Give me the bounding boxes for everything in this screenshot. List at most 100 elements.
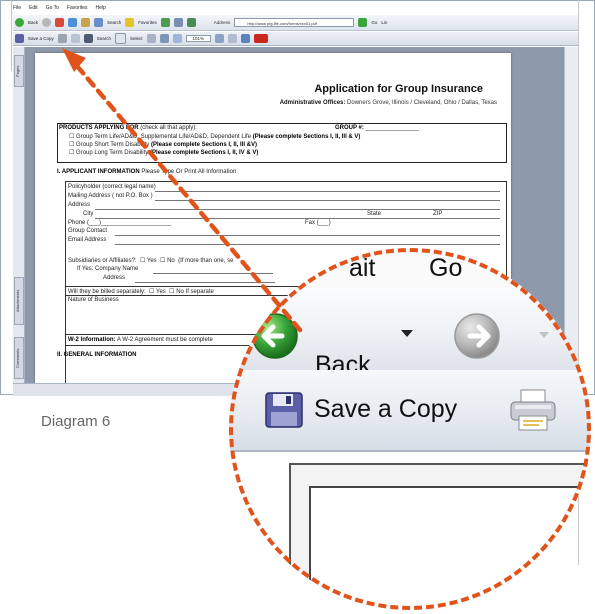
product-option-3[interactable]: ☐ Group Long Term Disability (Please com… bbox=[69, 149, 258, 156]
edit-icon[interactable] bbox=[186, 18, 196, 27]
email-icon[interactable] bbox=[70, 34, 80, 43]
field-mailing-label: Mailing Address ( not P.O. Box ) bbox=[68, 193, 153, 199]
rotate-icon[interactable] bbox=[215, 34, 225, 43]
field-mailing: Mailing Address ( not P.O. Box ) bbox=[68, 193, 153, 199]
field-line[interactable] bbox=[115, 235, 500, 236]
billed-separately-row: Will they be billed separately: ☐ Yes ☐ … bbox=[68, 289, 214, 295]
product-option-1-text: Group Term Life/AD&D, Supplemental Life/… bbox=[76, 134, 252, 140]
field-phone-label: Phone bbox=[68, 220, 86, 226]
zoom-value[interactable]: 101% bbox=[185, 35, 212, 42]
product-option-1-note: (Please complete Sections I, II, III & V… bbox=[252, 134, 361, 140]
menu-go-to[interactable]: Go To bbox=[46, 5, 59, 11]
subsidiaries-yes: Yes bbox=[146, 258, 157, 264]
field-line[interactable] bbox=[95, 209, 500, 210]
zoom-icon[interactable] bbox=[159, 34, 169, 43]
comments-tab[interactable]: Comments bbox=[14, 337, 24, 379]
section-1-heading: I. APPLICANT INFORMATION Please Type Or … bbox=[57, 169, 236, 175]
go-icon[interactable] bbox=[358, 18, 368, 27]
back-arrow-icon[interactable] bbox=[15, 18, 24, 27]
offices-label: Administrative Offices: bbox=[279, 100, 346, 106]
binoculars-icon[interactable] bbox=[83, 34, 93, 43]
product-option-2-note: (Please complete Sections I, II, III &V) bbox=[150, 142, 258, 148]
product-option-2-text: Group Short Term Disability bbox=[76, 142, 150, 148]
nature-business-label: Nature of Business bbox=[68, 297, 119, 303]
field-state: State bbox=[367, 211, 381, 217]
search-icon[interactable] bbox=[94, 18, 104, 27]
attachments-tab[interactable]: Attachments bbox=[14, 277, 24, 325]
menu-edit[interactable]: Edit bbox=[29, 5, 38, 11]
address-value: http://www.pfg-life.com/forms/xxx01.pdf bbox=[247, 21, 317, 26]
history-icon[interactable] bbox=[160, 18, 170, 27]
field-address-label: Address bbox=[68, 202, 91, 208]
fit-page-icon[interactable] bbox=[172, 34, 182, 43]
field-city-label: City bbox=[83, 211, 94, 217]
side-tab-strip: Pages Attachments Comments bbox=[13, 47, 25, 383]
w2-text: A W-2 Agreement must be complete bbox=[116, 337, 213, 343]
document-offices: Administrative Offices: Downers Grove, I… bbox=[280, 100, 497, 106]
select-tool-label[interactable]: Select bbox=[130, 36, 143, 41]
products-heading: PRODUCTS APPLYING FOR (check all that ap… bbox=[59, 125, 197, 131]
subsidiaries-row: Subsidiaries or Affiliates?: ☐ Yes ☐ No … bbox=[68, 258, 234, 264]
subsidiaries-note: (If more than one, se bbox=[178, 258, 234, 264]
pages-tab[interactable]: Pages bbox=[14, 55, 24, 87]
product-option-3-note: (Please complete Sections I, II, IV & V) bbox=[149, 150, 259, 156]
adobe-logo-icon bbox=[254, 34, 269, 43]
help-icon[interactable] bbox=[241, 34, 251, 43]
address-bar[interactable]: http://www.pfg-life.com/forms/xxx01.pdf bbox=[234, 18, 355, 27]
menu-file[interactable]: File bbox=[13, 5, 21, 11]
product-option-2[interactable]: ☐ Group Short Term Disability (Please co… bbox=[69, 141, 257, 148]
if-yes-address: Address bbox=[103, 275, 125, 281]
favorites-star-icon[interactable] bbox=[125, 18, 135, 27]
browser-toolbar: Back Search Favorites Address http://www… bbox=[13, 15, 579, 31]
section-2-heading: II. GENERAL INFORMATION bbox=[57, 352, 136, 358]
page-view-icon[interactable] bbox=[228, 34, 238, 43]
save-copy-button-small[interactable]: Save a Copy bbox=[28, 36, 54, 41]
field-city: City bbox=[83, 211, 93, 217]
field-line[interactable] bbox=[115, 244, 500, 245]
favorites-button-label[interactable]: Favorites bbox=[138, 20, 157, 25]
w2-row: W-2 Information: A W-2 Agreement must be… bbox=[68, 337, 213, 343]
floppy-disk-icon[interactable] bbox=[15, 34, 24, 43]
go-button-label[interactable]: Go bbox=[371, 20, 377, 25]
document-title: Application for Group Insurance bbox=[314, 83, 483, 95]
field-zip: ZIP bbox=[433, 211, 442, 217]
field-line[interactable] bbox=[95, 218, 500, 219]
hand-tool-icon[interactable] bbox=[115, 33, 127, 44]
section-1-hint: Please Type Or Print All Information bbox=[141, 169, 237, 175]
if-yes-address-label: Address bbox=[103, 275, 126, 281]
field-fax: Fax (___) bbox=[305, 220, 331, 226]
forward-arrow-icon[interactable] bbox=[42, 18, 52, 27]
if-yes-company-label: If Yes: Company Name bbox=[77, 266, 139, 272]
field-email: Email Address bbox=[68, 237, 106, 243]
field-policyholder-label: Policyholder (correct legal name) bbox=[68, 184, 156, 190]
refresh-icon[interactable] bbox=[68, 18, 78, 27]
menu-help[interactable]: Help bbox=[96, 5, 106, 11]
group-number-label: GROUP #: bbox=[335, 125, 364, 131]
back-button-label[interactable]: Back bbox=[28, 20, 38, 25]
section-1-title: I. APPLICANT INFORMATION bbox=[57, 169, 140, 175]
field-line[interactable] bbox=[155, 191, 500, 192]
pdf-search-label[interactable]: Search bbox=[97, 36, 111, 41]
offices-value: Downers Grove, Illinois / Cleveland, Ohi… bbox=[347, 100, 497, 106]
field-phone: Phone (___)_____________________ bbox=[68, 220, 172, 226]
address-label: Address bbox=[213, 20, 231, 25]
menu-bar: File Edit Go To Favorites Help bbox=[13, 3, 579, 12]
search-button-label[interactable]: Search bbox=[107, 20, 121, 25]
background-window-edge bbox=[1, 1, 12, 71]
menu-favorites[interactable]: Favorites bbox=[67, 5, 88, 11]
home-icon[interactable] bbox=[81, 18, 91, 27]
subsidiaries-label: Subsidiaries or Affiliates?: bbox=[68, 258, 137, 264]
field-state-label: State bbox=[367, 211, 382, 217]
snapshot-icon[interactable] bbox=[146, 34, 156, 43]
field-group-contact-label: Group Contact bbox=[68, 228, 108, 234]
w2-label: W-2 Information: bbox=[68, 337, 116, 343]
print-icon[interactable] bbox=[57, 34, 67, 43]
mail-icon[interactable] bbox=[173, 18, 183, 27]
links-label[interactable]: Lin bbox=[381, 20, 387, 25]
field-line[interactable] bbox=[155, 200, 500, 201]
field-email-label: Email Address bbox=[68, 237, 107, 243]
stop-icon[interactable] bbox=[55, 18, 65, 27]
product-option-1[interactable]: ☐ Group Term Life/AD&D, Supplemental Lif… bbox=[69, 133, 360, 140]
magnifier-dashed-ring bbox=[229, 248, 591, 610]
products-hint: (check all that apply): bbox=[140, 125, 197, 131]
